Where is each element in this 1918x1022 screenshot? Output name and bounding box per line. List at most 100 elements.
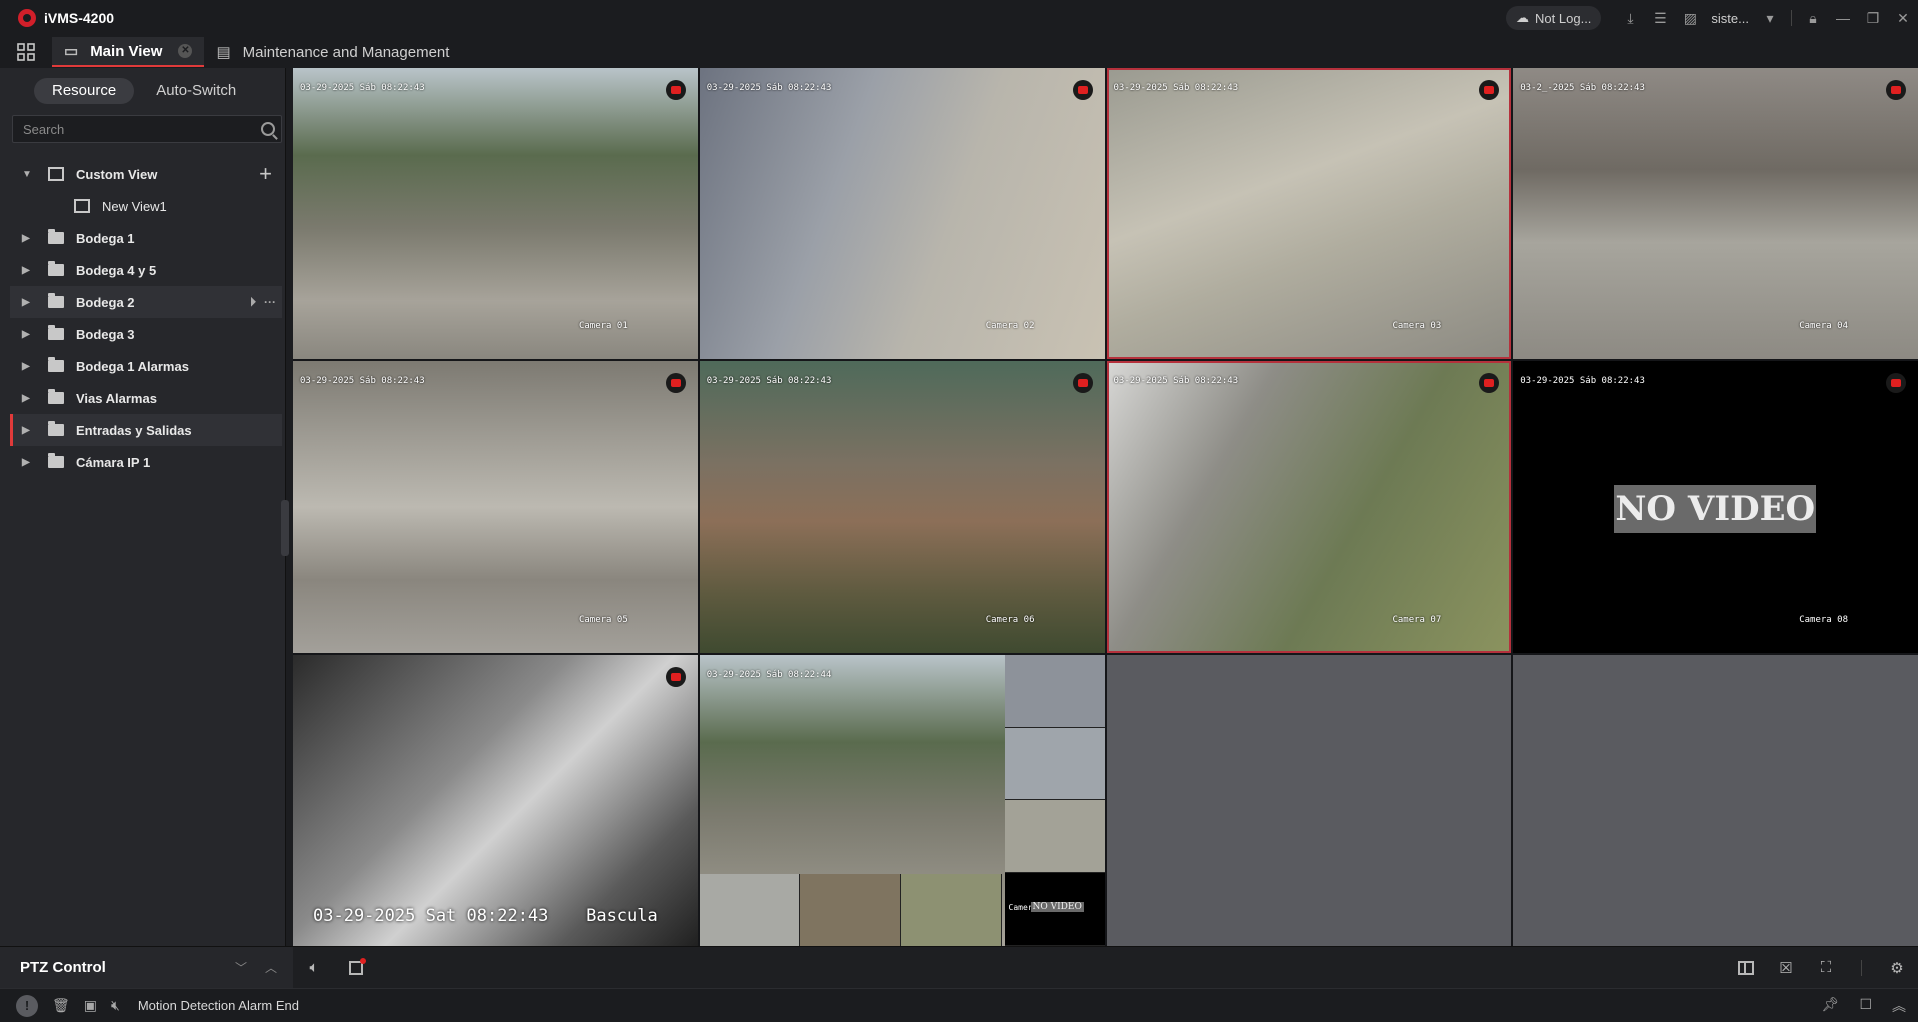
tree-item-bodega-1[interactable]: ▶ Bodega 1 — [0, 222, 286, 254]
tree-item-bodega-4-y-5[interactable]: ▶ Bodega 4 y 5 — [0, 254, 286, 286]
no-video-banner: NO VIDEO — [1030, 902, 1084, 913]
search-icon[interactable] — [261, 122, 275, 136]
chevron-down-icon[interactable]: ﹀ — [235, 959, 247, 976]
status-left: ! 🗑︎ ▣ 🔇︎ Motion Detection Alarm End — [16, 994, 299, 1017]
tree-item-camara-ip-1[interactable]: ▶ Cámara IP 1 — [0, 446, 286, 478]
view-icon — [74, 199, 90, 213]
tree-item-label: Bodega 1 Alarmas — [76, 358, 189, 374]
tab-maintenance[interactable]: ▤ Maintenance and Management — [204, 37, 461, 67]
mute-icon[interactable]: 🔇︎ — [111, 997, 120, 1014]
task-list-icon[interactable]: ☰ — [1645, 0, 1675, 36]
tree-item-label: Bodega 3 — [76, 326, 135, 342]
video-window-2[interactable]: 03-29-2025 Sáb 08:22:43 Camera 02 — [699, 68, 1105, 360]
video-window-9[interactable]: 03-29-2025 Sat 08:22:43 Bascula — [293, 654, 698, 946]
pin-icon[interactable]: 📌︎ — [1822, 996, 1840, 1016]
tree-item-label: New View1 — [102, 198, 167, 214]
fullscreen-icon[interactable]: ⛶ — [1815, 957, 1837, 979]
login-status-label: Not Log... — [1535, 10, 1592, 26]
title-bar-controls: ☁ Not Log... ⤓ ☰ ▨ siste... ▾ 🔒︎ — ❐ ✕ — [1506, 0, 1918, 36]
recording-icon — [1072, 373, 1093, 394]
grid-icon — [17, 43, 35, 61]
video-window-10[interactable]: 03-29-2025 Sáb 08:22:44 Camera 08 NO VID… — [699, 654, 1105, 946]
video-window-3[interactable]: 03-29-2025 Sáb 08:22:43 Camera 03 — [1106, 68, 1512, 360]
tab-close-icon[interactable]: ✕ — [178, 44, 193, 58]
window-layout-button[interactable] — [1735, 957, 1757, 979]
tab-main-view[interactable]: ▭ Main View ✕ — [52, 37, 205, 67]
folder-icon — [48, 325, 64, 340]
audio-icon[interactable]: 🔈︎ — [303, 957, 325, 979]
video-window-11[interactable] — [1106, 654, 1512, 946]
video-window-12[interactable] — [1513, 654, 1918, 946]
live-view-grid: 03-29-2025 Sáb 08:22:43 Camera 01 03-29-… — [293, 68, 1918, 946]
mosaic-tile: Camera 08 NO VIDEO — [1004, 873, 1105, 946]
caret-right-icon[interactable]: ▶ — [22, 233, 34, 244]
ptz-control-label: PTZ Control — [20, 959, 106, 976]
auto-switch-tab[interactable]: Auto-Switch — [138, 78, 254, 104]
camera-label: Camera 08 — [1799, 614, 1848, 625]
user-menu[interactable]: siste... — [1711, 11, 1749, 26]
caret-down-icon[interactable]: ▼ — [22, 169, 34, 180]
tree-item-label: Bodega 1 — [76, 230, 135, 246]
mosaic-tile — [901, 874, 1002, 946]
sidebar-segmented-control: Resource Auto-Switch — [34, 78, 254, 104]
add-view-icon[interactable]: + — [259, 161, 272, 187]
recording-icon — [1479, 80, 1500, 100]
caret-right-icon[interactable]: ▶ — [22, 361, 34, 372]
tree-item-entradas-y-salidas[interactable]: ▶ Entradas y Salidas — [10, 414, 282, 446]
minimize-icon[interactable]: — — [1828, 0, 1858, 36]
restore-icon[interactable]: ❐ — [1858, 0, 1888, 36]
caret-right-icon[interactable]: ▶ — [22, 297, 34, 308]
resource-tab[interactable]: Resource — [34, 78, 135, 104]
tree-item-new-view1[interactable]: New View1 — [0, 190, 286, 222]
camera-label: Camera 06 — [985, 614, 1035, 625]
close-icon[interactable]: ✕ — [1888, 0, 1918, 36]
module-grid-button[interactable] — [0, 36, 52, 68]
recording-icon — [1886, 373, 1906, 394]
monitor-icon[interactable]: ▨ — [1675, 0, 1705, 36]
tree-item-bodega-1-alarmas[interactable]: ▶ Bodega 1 Alarmas — [0, 350, 286, 382]
osd-timestamp: 03-29-2025 Sáb 08:22:43 — [706, 83, 832, 93]
alarm-warning-icon[interactable]: ! — [16, 994, 38, 1017]
trash-icon[interactable]: 🗑︎ — [52, 997, 70, 1014]
play-icon[interactable]: ⏵ — [250, 295, 256, 310]
caret-right-icon[interactable]: ▶ — [22, 457, 34, 468]
video-window-1[interactable]: 03-29-2025 Sáb 08:22:43 Camera 01 — [293, 68, 698, 360]
search-input[interactable] — [13, 116, 281, 142]
camera-label: Camera 07 — [1392, 614, 1442, 625]
chevron-down-icon[interactable]: ▾ — [1755, 0, 1785, 36]
mosaic-thumbnails-bottom — [699, 874, 1002, 946]
caret-right-icon[interactable]: ▶ — [22, 265, 34, 276]
recording-icon — [665, 80, 686, 100]
record-all-button[interactable] — [345, 957, 367, 979]
tree-item-custom-view[interactable]: ▼ Custom View + — [0, 158, 286, 190]
video-window-7[interactable]: 03-29-2025 Sáb 08:22:43 Camera 07 — [1106, 361, 1512, 653]
more-icon[interactable]: ··· — [264, 295, 276, 310]
title-bar: iVMS-4200 ☁ Not Log... ⤓ ☰ ▨ siste... ▾ … — [0, 0, 1918, 36]
tree-item-bodega-2[interactable]: ▶ Bodega 2 ⏵ ··· — [10, 286, 282, 318]
chevron-up-icon[interactable]: ︿ — [265, 959, 277, 976]
window-icon[interactable]: ☐ — [1859, 996, 1872, 1016]
close-all-icon[interactable]: ☒ — [1775, 957, 1797, 979]
video-window-6[interactable]: 03-29-2025 Sáb 08:22:43 Camera 06 — [699, 361, 1105, 653]
status-message: Motion Detection Alarm End — [137, 998, 299, 1013]
login-status-button[interactable]: ☁ Not Log... — [1506, 6, 1602, 30]
tree-item-label: Cámara IP 1 — [76, 454, 151, 470]
image-icon[interactable]: ▣ — [84, 997, 97, 1014]
download-icon[interactable]: ⤓ — [1615, 0, 1645, 36]
expand-up-icon[interactable]: ︽ — [1892, 996, 1906, 1016]
video-window-8[interactable]: 03-29-2025 Sáb 08:22:43 NO VIDEO Camera … — [1513, 361, 1918, 653]
app-title: iVMS-4200 — [44, 10, 115, 26]
lock-icon[interactable]: 🔒︎ — [1798, 0, 1828, 36]
gear-icon[interactable]: ⚙ — [1886, 957, 1908, 979]
video-window-5[interactable]: 03-29-2025 Sáb 08:22:43 Camera 05 — [293, 361, 698, 653]
caret-right-icon[interactable]: ▶ — [22, 329, 34, 340]
camera-label: Camera 05 — [578, 614, 628, 625]
sidebar-collapse-handle[interactable] — [281, 500, 289, 556]
video-window-4[interactable]: 03-2_-2025 Sáb 08:22:43 Camera 04 — [1513, 68, 1918, 360]
caret-right-icon[interactable]: ▶ — [22, 425, 34, 436]
resource-sidebar: Resource Auto-Switch ▼ Custom View + New… — [0, 68, 286, 946]
tree-item-bodega-3[interactable]: ▶ Bodega 3 — [0, 318, 286, 350]
caret-right-icon[interactable]: ▶ — [22, 393, 34, 404]
tree-item-vias-alarmas[interactable]: ▶ Vias Alarmas — [0, 382, 286, 414]
osd-timestamp: 03-29-2025 Sáb 08:22:43 — [706, 376, 832, 387]
